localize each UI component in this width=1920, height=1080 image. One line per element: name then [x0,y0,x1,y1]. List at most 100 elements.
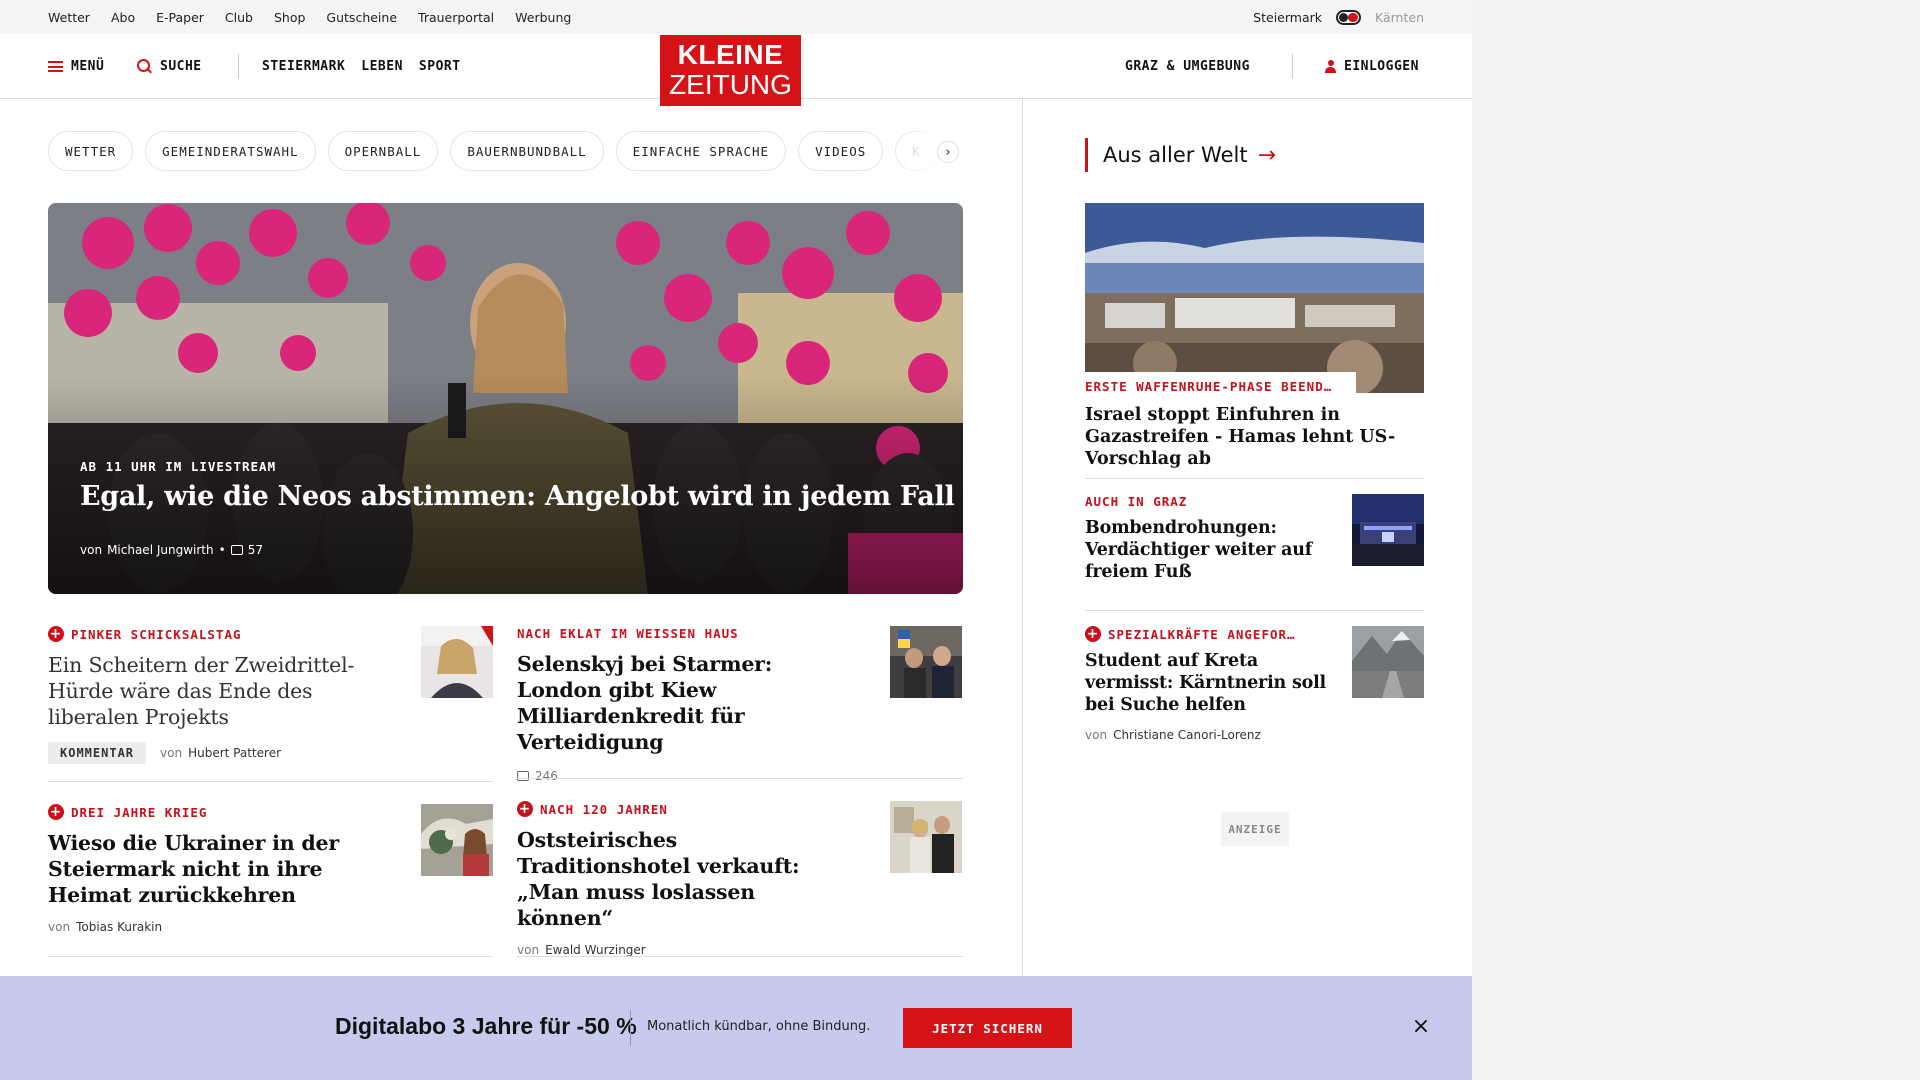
card-thumbnail[interactable] [890,801,962,873]
utility-link-epaper[interactable]: E-Paper [156,10,204,25]
hero-meta: von Michael Jungwirth • 57 [80,543,263,557]
card-thumbnail[interactable] [1352,494,1424,566]
card-thumbnail[interactable] [1352,626,1424,698]
region-kaernten[interactable]: Kärnten [1375,10,1424,25]
subscription-banner: Digitalabo 3 Jahre für -50 % Monatlich k… [0,976,1472,1080]
card-separator [1085,478,1424,479]
card-headline[interactable]: Student auf Kreta vermisst: Kärntnerin s… [1085,650,1335,716]
card-thumbnail[interactable] [890,626,962,698]
article-card[interactable]: + NACH 120 JAHREN Oststeirisches Traditi… [517,801,962,957]
card-thumbnail[interactable] [421,626,493,698]
region-switch: Steiermark Kärnten [1253,0,1424,34]
login-button[interactable]: EINLOGGEN [1325,34,1419,99]
tag-videos[interactable]: VIDEOS [798,131,884,171]
premium-plus-icon: + [48,626,64,642]
region-toggle[interactable] [1336,9,1361,25]
tag-einfache-sprache[interactable]: EINFACHE SPRACHE [615,131,787,171]
search-label: SUCHE [160,59,202,74]
card-headline[interactable]: Oststeirisches Traditionshotel verkauft:… [517,827,847,931]
region-steiermark[interactable]: Steiermark [1253,10,1322,25]
tags-scroll-right-button[interactable]: › [937,141,959,163]
close-icon[interactable]: × [1410,1016,1432,1038]
card-headline[interactable]: Selenskyj bei Starmer: London gibt Kiew … [517,651,847,755]
comment-icon [230,545,243,555]
sidebar-top-kicker: ERSTE WAFFENRUHE-PHASE BEEND… [1085,372,1356,400]
column-divider [1022,99,1023,979]
sidebar-article[interactable]: AUCH IN GRAZ Bombendrohungen: Verdächtig… [1085,494,1424,583]
card-meta: von Christiane Canori-Lorenz [1085,728,1424,742]
menu-button[interactable]: MENÜ [48,34,104,99]
page-margin [1472,0,1920,1080]
sidebar-article[interactable]: + SPEZIALKRÄFTE ANGEFOR… Student auf Kre… [1085,626,1424,742]
promo-subtitle: Monatlich kündbar, ohne Bindung. [647,1019,871,1034]
tag-wetter[interactable]: WETTER [48,131,134,171]
topic-tags: WETTER GEMEINDERATSWAHL OPERNBALL BAUERN… [48,131,968,171]
utility-link-gutscheine[interactable]: Gutscheine [326,10,397,25]
card-meta: von Ewald Wurzinger [517,943,962,957]
utility-link-abo[interactable]: Abo [111,10,135,25]
hero-author[interactable]: Michael Jungwirth [107,543,214,557]
premium-plus-icon: + [48,804,64,820]
header-divider [238,54,239,79]
nav-leben[interactable]: LEBEN [361,59,403,74]
card-author[interactable]: Tobias Kurakin [76,920,162,934]
card-author[interactable]: Christiane Canori-Lorenz [1113,728,1261,742]
article-card[interactable]: + PINKER SCHICKSALSTAG Ein Scheitern der… [48,626,493,764]
card-thumbnail[interactable] [421,804,493,876]
promo-divider [630,1010,631,1046]
search-button[interactable]: SUCHE [137,34,202,99]
utility-link-wetter[interactable]: Wetter [48,10,90,25]
card-comment-count[interactable]: 246 [535,769,558,783]
card-separator [48,956,493,957]
hero-comment-count[interactable]: 57 [248,543,263,557]
utility-link-werbung[interactable]: Werbung [515,10,571,25]
promo-title: Digitalabo 3 Jahre für -50 % [335,1013,637,1039]
article-card[interactable]: NACH EKLAT IM WEISSEN HAUS Selenskyj bei… [517,626,962,783]
hero-headline[interactable]: Egal, wie die Neos abstimmen: Angelobt w… [80,479,955,515]
section-heading-aus-aller-welt[interactable]: Aus aller Welt → [1085,138,1276,172]
author-prefix: von [1085,728,1108,742]
tag-opernball[interactable]: OPERNBALL [327,131,439,171]
article-card[interactable]: + DREI JAHRE KRIEG Wieso die Ukrainer in… [48,804,493,934]
hamburger-icon [48,61,63,72]
graz-umgebung-link[interactable]: GRAZ & UMGEBUNG [1125,34,1250,99]
utility-link-shop[interactable]: Shop [274,10,305,25]
card-author[interactable]: Hubert Patterer [188,746,281,760]
menu-label: MENÜ [71,59,105,74]
kleine-zeitung-logo[interactable]: KLEINE ZEITUNG [660,35,801,106]
premium-plus-icon: + [1085,626,1101,642]
page: Wetter Abo E-Paper Club Shop Gutscheine … [0,0,1472,1080]
card-author[interactable]: Ewald Wurzinger [545,943,646,957]
login-label: EINLOGGEN [1344,59,1419,74]
tag-gemeinderatswahl[interactable]: GEMEINDERATSWAHL [145,131,316,171]
chevron-right-icon: › [945,144,951,160]
user-icon [1325,60,1336,73]
nav-steiermark[interactable]: STEIERMARK [262,59,345,74]
promo-cta-button[interactable]: JETZT SICHERN [903,1008,1072,1048]
card-headline[interactable]: Bombendrohungen: Verdächtiger weiter auf… [1085,517,1335,583]
sidebar-top-image[interactable] [1085,203,1424,393]
ad-label: ANZEIGE [1221,812,1289,846]
author-prefix: von [80,543,103,557]
hero-kicker: AB 11 UHR IM LIVESTREAM [80,459,277,474]
utility-link-trauerportal[interactable]: Trauerportal [418,10,494,25]
author-prefix: von [48,920,71,934]
utility-links: Wetter Abo E-Paper Club Shop Gutscheine … [48,0,571,34]
main-header: MENÜ SUCHE STEIERMARK LEBEN SPORT KLEINE… [0,34,1472,106]
card-separator [517,778,963,779]
card-separator [1085,610,1424,611]
hero-article[interactable]: AB 11 UHR IM LIVESTREAM Egal, wie die Ne… [48,203,963,594]
card-separator [48,781,493,782]
premium-plus-icon: + [517,801,533,817]
nav-sport[interactable]: SPORT [419,59,461,74]
card-headline[interactable]: Wieso die Ukrainer in der Steiermark nic… [48,830,378,908]
tag-bauernbundball[interactable]: BAUERNBUNDBALL [450,131,604,171]
author-prefix: von [517,943,540,957]
arrow-right-icon: → [1257,142,1277,168]
kommentar-badge: KOMMENTAR [48,742,147,764]
card-separator [517,956,963,957]
utility-link-club[interactable]: Club [225,10,253,25]
card-headline[interactable]: Ein Scheitern der Zweidrittel-Hürde wäre… [48,652,378,730]
sidebar-top-headline[interactable]: Israel stoppt Einfuhren in Gazastreifen … [1085,404,1424,470]
card-meta: von Tobias Kurakin [48,920,493,934]
